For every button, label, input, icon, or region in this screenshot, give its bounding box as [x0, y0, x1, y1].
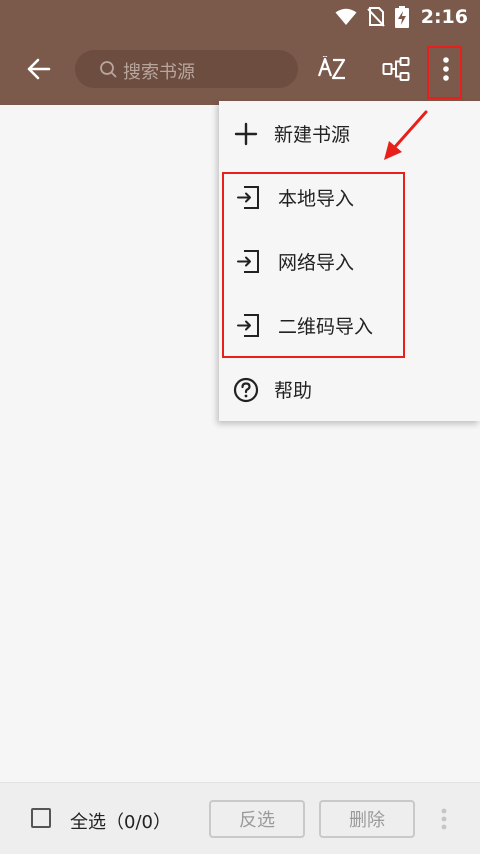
no-sim-icon [367, 7, 385, 27]
invert-selection-button[interactable]: 反选 [209, 800, 305, 838]
back-button[interactable] [18, 51, 58, 87]
menu-item-help[interactable]: 帮助 [219, 357, 480, 421]
menu-item-label: 新建书源 [274, 123, 351, 146]
select-all-label: 全选（0/0） [70, 812, 171, 833]
annotation-box-imports [222, 172, 405, 358]
sort-az-icon [317, 56, 346, 80]
group-button[interactable] [376, 51, 416, 87]
menu-item-label: 帮助 [274, 379, 313, 402]
group-icon [382, 57, 410, 81]
toolbar: 搜索书源 [0, 33, 480, 105]
search-input[interactable]: 搜索书源 [75, 50, 298, 88]
help-circle-icon [233, 377, 259, 403]
annotation-arrow [384, 110, 428, 160]
select-all-checkbox[interactable] [31, 808, 51, 828]
arrow-left-icon [27, 58, 51, 80]
bottom-action-bar: 全选（0/0） 反选 删除 [0, 782, 480, 854]
status-time: 2:16 [420, 6, 468, 28]
search-icon [100, 61, 117, 78]
battery-charging-icon [394, 6, 409, 28]
status-icons: 2:16 [335, 4, 468, 30]
wifi-icon [335, 8, 357, 25]
status-bar: 2:16 [0, 0, 480, 33]
plus-icon [234, 122, 258, 146]
sort-button[interactable] [312, 51, 352, 87]
delete-button[interactable]: 删除 [319, 800, 415, 838]
search-placeholder: 搜索书源 [123, 62, 195, 83]
annotation-box-more [427, 46, 462, 99]
menu-item-new-source[interactable]: 新建书源 [219, 101, 480, 165]
more-vert-icon[interactable] [437, 807, 451, 831]
